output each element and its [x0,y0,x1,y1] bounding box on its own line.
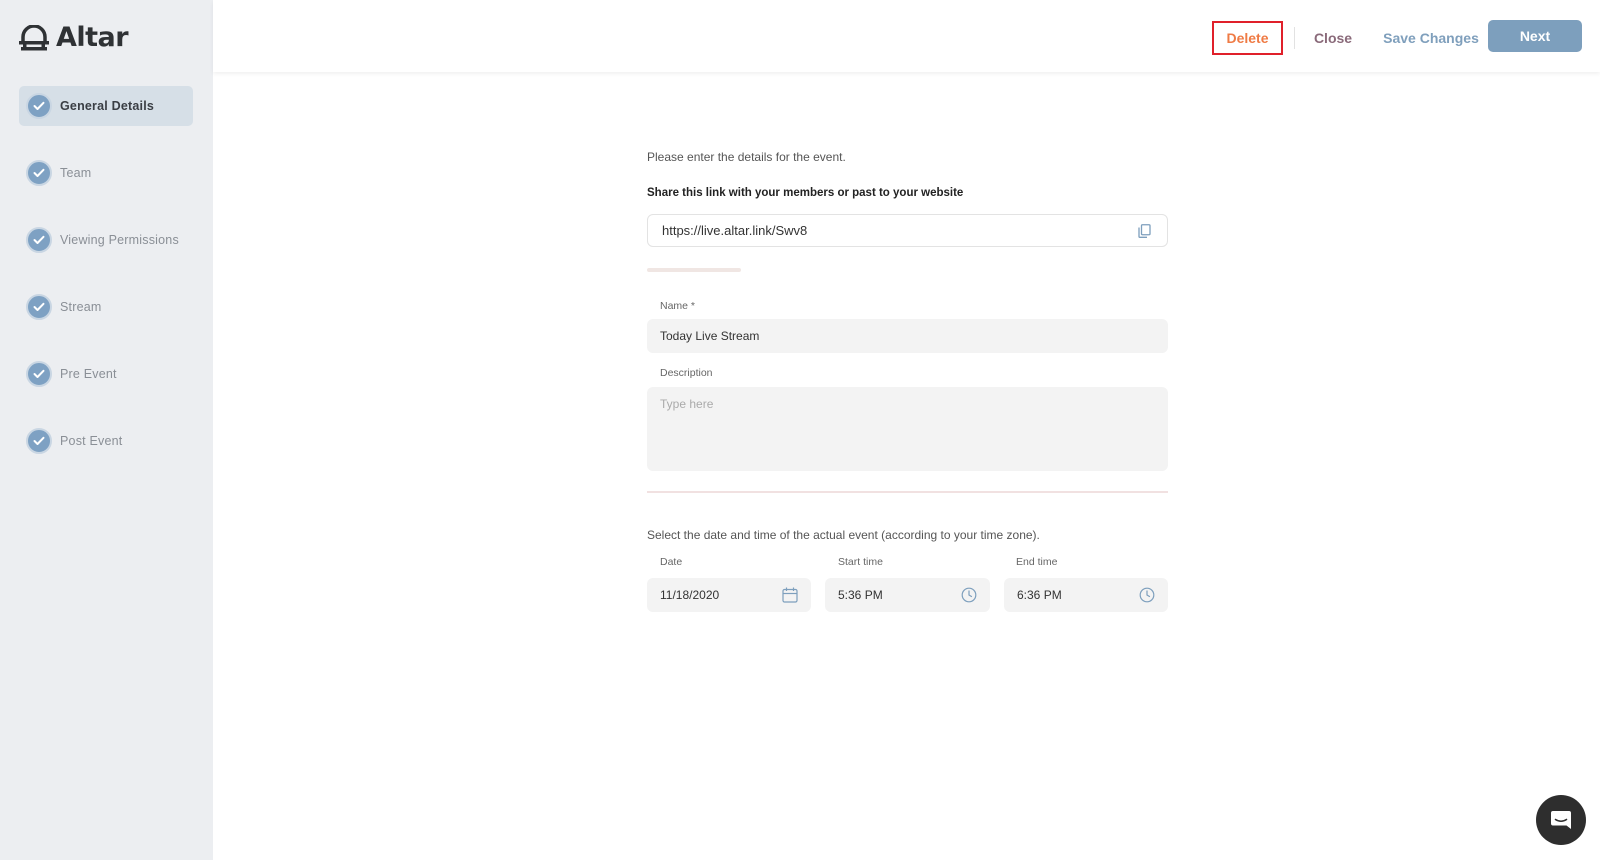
step-post-event[interactable]: Post Event [19,421,193,461]
step-viewing-permissions[interactable]: Viewing Permissions [19,220,193,260]
description-label: Description [660,367,713,379]
next-button[interactable]: Next [1488,20,1582,52]
check-icon [26,428,52,454]
start-time-value: 5:36 PM [838,588,883,602]
step-label: Pre Event [60,367,117,381]
save-changes-button[interactable]: Save Changes [1378,21,1484,55]
step-label: Stream [60,300,102,314]
chat-launcher-button[interactable] [1536,795,1586,845]
description-input[interactable] [647,387,1168,471]
step-label: Post Event [60,434,123,448]
start-time-picker[interactable]: 5:36 PM [825,578,990,612]
logo: Altar [19,22,129,53]
check-icon [26,227,52,253]
check-icon [26,361,52,387]
datetime-intro: Select the date and time of the actual e… [647,528,1040,542]
check-icon [26,93,52,119]
share-link-field[interactable]: https://live.altar.link/Swv8 [647,214,1168,247]
step-team[interactable]: Team [19,153,193,193]
event-details-form: Please enter the details for the event. … [647,150,1168,612]
step-label: General Details [60,99,155,113]
clock-icon [1139,587,1155,603]
logo-text: Altar [56,22,129,53]
step-label: Viewing Permissions [60,233,179,247]
end-time-picker[interactable]: 6:36 PM [1004,578,1168,612]
date-picker[interactable]: 11/18/2020 [647,578,811,612]
steps-nav: General Details Team Viewing Permissions… [19,86,193,488]
end-time-label: End time [1016,556,1058,568]
end-time-value: 6:36 PM [1017,588,1062,602]
date-value: 11/18/2020 [660,588,720,602]
check-icon [26,294,52,320]
name-label: Name * [660,300,696,312]
clock-icon [961,587,977,603]
delete-button[interactable]: Delete [1212,21,1283,55]
sidebar: Altar General Details Team Viewing Permi… [0,0,213,860]
step-pre-event[interactable]: Pre Event [19,354,193,394]
chat-icon [1551,811,1571,829]
start-time-label: Start time [838,556,883,568]
step-label: Team [60,166,92,180]
copy-icon[interactable] [1138,224,1151,241]
share-link-text: https://live.altar.link/Swv8 [662,223,808,238]
close-button[interactable]: Close [1310,21,1356,55]
step-general-details[interactable]: General Details [19,86,193,126]
form-intro: Please enter the details for the event. [647,150,846,164]
section-divider [647,491,1168,493]
date-label: Date [660,556,683,568]
share-link-label: Share this link with your members or pas… [647,187,964,199]
name-input[interactable] [647,319,1168,353]
header-divider [1294,27,1295,49]
altar-logo-icon [19,24,49,50]
section-progress-bar [647,268,741,272]
top-header: Delete Close Save Changes Next [213,0,1600,72]
check-icon [26,160,52,186]
step-stream[interactable]: Stream [19,287,193,327]
calendar-icon [782,587,798,603]
